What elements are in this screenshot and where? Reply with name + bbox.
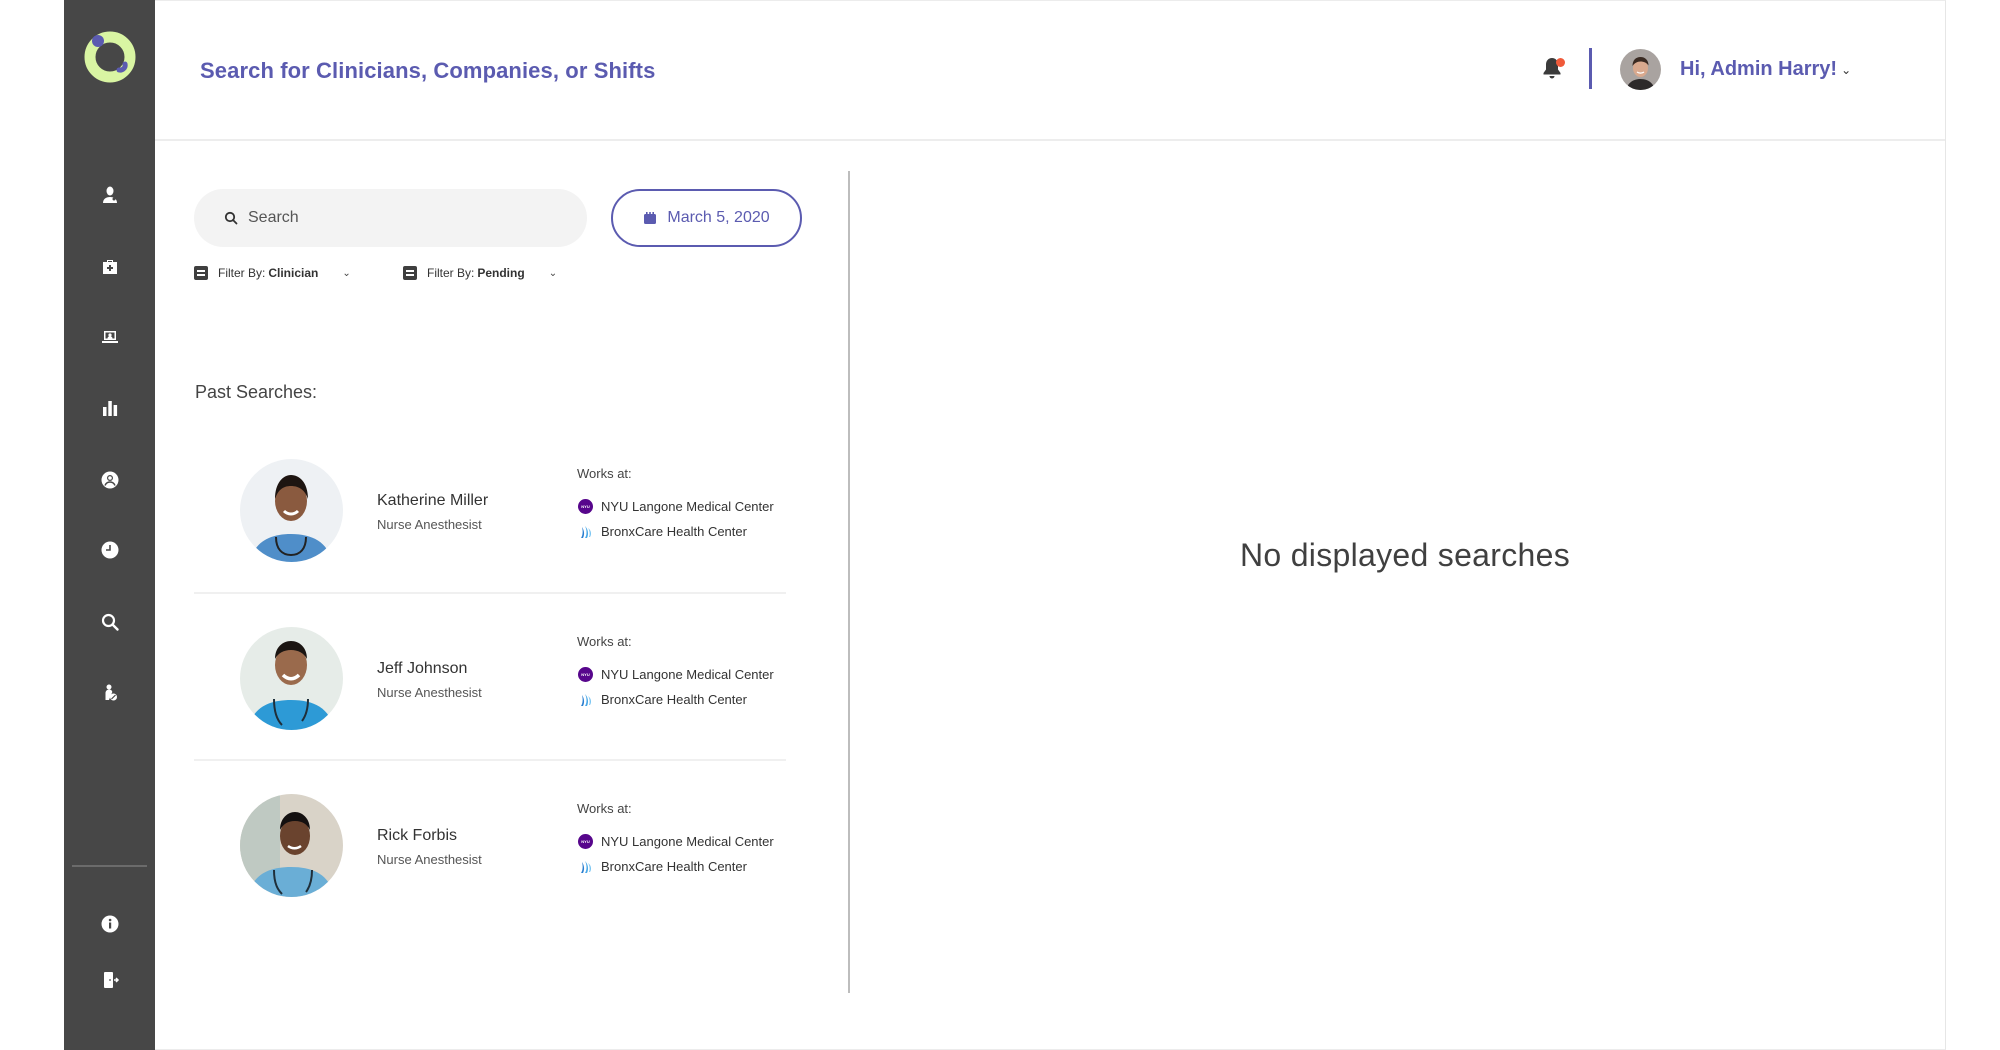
org-name: BronxCare Health Center bbox=[601, 692, 747, 707]
org-name: NYU Langone Medical Center bbox=[601, 834, 774, 849]
filter-value: Pending bbox=[477, 266, 525, 280]
user-circle-icon[interactable] bbox=[94, 464, 126, 496]
calendar-icon bbox=[644, 212, 657, 224]
past-searches-label: Past Searches: bbox=[195, 382, 318, 402]
works-at-label: Works at: bbox=[577, 801, 632, 816]
org-item: BronxCare Health Center bbox=[578, 859, 747, 874]
org-item: NYU NYU Langone Medical Center bbox=[578, 499, 774, 514]
clinician-role: Nurse Anesthesist bbox=[377, 685, 482, 700]
user-avatar[interactable] bbox=[1620, 49, 1661, 90]
panel-divider bbox=[848, 171, 850, 993]
nyu-langone-logo-icon: NYU bbox=[578, 834, 593, 849]
clinician-name: Rick Forbis bbox=[377, 827, 458, 844]
notification-badge bbox=[1556, 58, 1565, 67]
filter-prefix: Filter By: bbox=[427, 266, 475, 280]
org-item: NYU NYU Langone Medical Center bbox=[578, 834, 774, 849]
works-at-label: Works at: bbox=[577, 634, 632, 649]
filter-icon bbox=[194, 266, 208, 280]
past-search-item[interactable]: Katherine Miller Nurse Anesthesist Works… bbox=[194, 459, 786, 626]
filter-icon bbox=[403, 266, 417, 280]
search-nav-icon[interactable] bbox=[94, 606, 126, 638]
user-edit-icon[interactable] bbox=[94, 677, 126, 709]
empty-results-message: No displayed searches bbox=[1240, 537, 1571, 573]
user-menu[interactable]: Hi, Admin Harry! ⌄ bbox=[1680, 58, 1851, 81]
org-item: NYU NYU Langone Medical Center bbox=[578, 667, 774, 682]
row-divider bbox=[194, 759, 786, 761]
clinician-avatar bbox=[240, 794, 343, 897]
clinician-name: Jeff Johnson bbox=[377, 660, 468, 677]
header-separator bbox=[1589, 48, 1592, 89]
page-title: Search for Clinicians, Companies, or Shi… bbox=[200, 58, 656, 83]
bronxcare-logo-icon bbox=[581, 861, 592, 873]
search-icon bbox=[224, 211, 238, 225]
org-name: BronxCare Health Center bbox=[601, 524, 747, 539]
chevron-down-icon: ⌄ bbox=[1841, 62, 1852, 77]
filter-prefix: Filter By: bbox=[218, 266, 266, 280]
notifications-button[interactable] bbox=[1541, 56, 1567, 84]
clinician-icon[interactable] bbox=[94, 179, 126, 211]
bronxcare-logo-icon bbox=[581, 526, 592, 538]
app-logo[interactable] bbox=[81, 28, 139, 86]
filter-dropdown-status[interactable]: Filter By: Pending ⌄ bbox=[403, 266, 557, 280]
laptop-user-icon[interactable] bbox=[94, 321, 126, 353]
clinician-avatar bbox=[240, 459, 343, 562]
info-icon[interactable] bbox=[94, 908, 126, 940]
greeting-text: Hi, Admin Harry! bbox=[1680, 58, 1838, 80]
date-label: March 5, 2020 bbox=[667, 209, 770, 226]
medical-kit-icon[interactable] bbox=[94, 251, 126, 283]
search-field[interactable] bbox=[194, 189, 587, 247]
org-name: BronxCare Health Center bbox=[601, 859, 747, 874]
sidebar bbox=[64, 0, 155, 1050]
clinician-role: Nurse Anesthesist bbox=[377, 852, 482, 867]
past-search-item[interactable]: Jeff Johnson Nurse Anesthesist Works at:… bbox=[194, 627, 786, 794]
filter-value: Clinician bbox=[268, 266, 319, 280]
bar-chart-icon[interactable] bbox=[94, 392, 126, 424]
clinician-name: Katherine Miller bbox=[377, 492, 489, 509]
filter-dropdown-type[interactable]: Filter By: Clinician ⌄ bbox=[194, 266, 351, 280]
clinician-avatar bbox=[240, 627, 343, 730]
bronxcare-logo-icon bbox=[581, 694, 592, 706]
chevron-down-icon: ⌄ bbox=[342, 267, 351, 279]
search-input[interactable] bbox=[248, 209, 548, 227]
top-header: Search for Clinicians, Companies, or Shi… bbox=[155, 0, 1945, 141]
org-item: BronxCare Health Center bbox=[578, 524, 747, 539]
clinician-role: Nurse Anesthesist bbox=[377, 517, 482, 532]
sidebar-divider bbox=[72, 865, 147, 867]
past-search-item[interactable]: Rick Forbis Nurse Anesthesist Works at: … bbox=[194, 794, 786, 961]
logout-icon[interactable] bbox=[94, 964, 126, 996]
works-at-label: Works at: bbox=[577, 466, 632, 481]
org-name: NYU Langone Medical Center bbox=[601, 499, 774, 514]
row-divider bbox=[194, 592, 786, 594]
org-item: BronxCare Health Center bbox=[578, 692, 747, 707]
date-picker-button[interactable]: March 5, 2020 bbox=[611, 189, 802, 247]
clock-icon[interactable] bbox=[94, 534, 126, 566]
org-name: NYU Langone Medical Center bbox=[601, 667, 774, 682]
nyu-langone-logo-icon: NYU bbox=[578, 667, 593, 682]
nyu-langone-logo-icon: NYU bbox=[578, 499, 593, 514]
chevron-down-icon: ⌄ bbox=[548, 267, 558, 279]
